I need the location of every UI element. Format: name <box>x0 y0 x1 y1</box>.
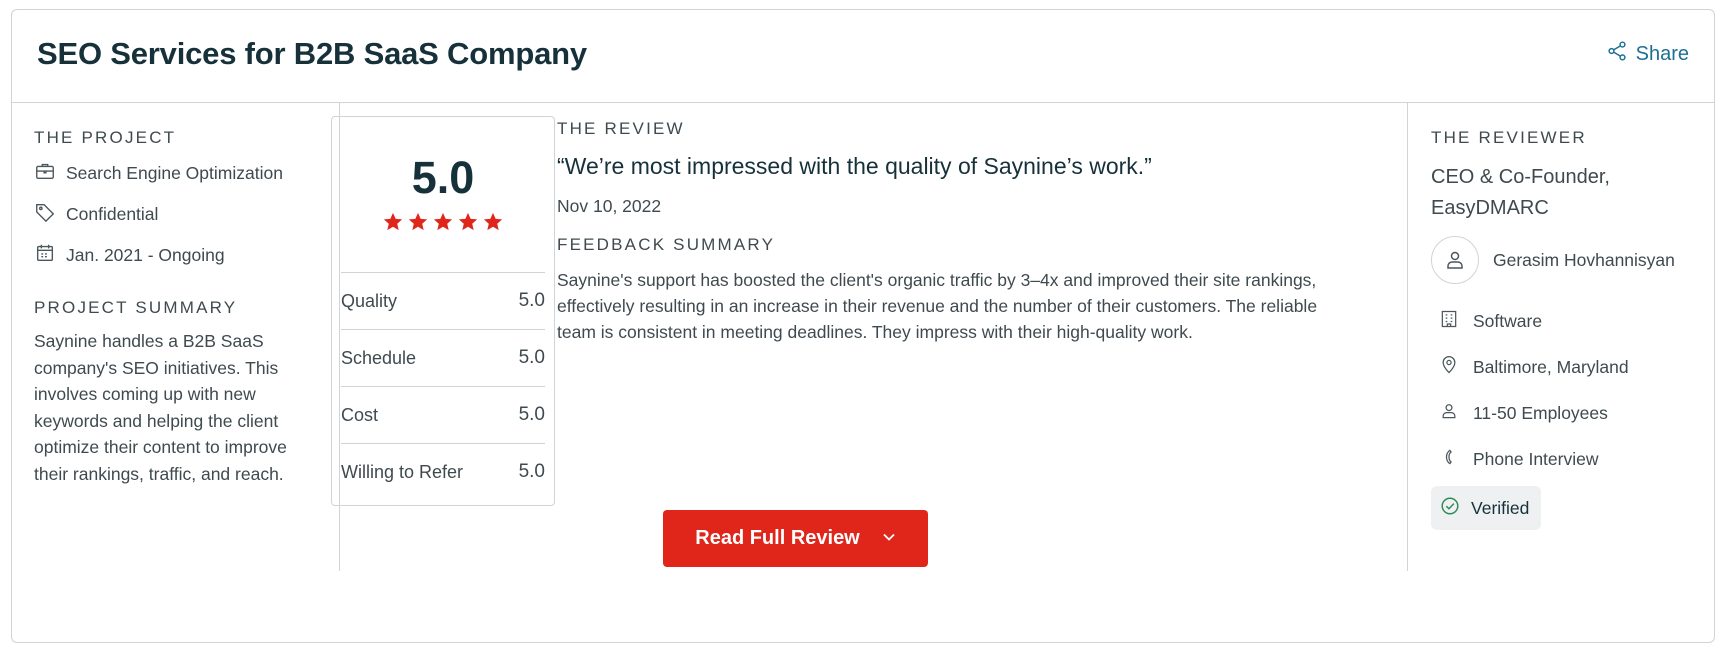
location-pin-icon <box>1439 355 1459 380</box>
read-full-review-button[interactable]: Read Full Review <box>663 510 928 567</box>
read-full-review-label: Read Full Review <box>695 527 860 549</box>
star-icon <box>483 212 503 231</box>
feedback-summary: Saynine's support has boosted the client… <box>557 270 1318 342</box>
star-icon <box>433 212 453 231</box>
feedback-summary-label: FEEDBACK SUMMARY <box>557 235 776 254</box>
calendar-icon <box>34 242 56 269</box>
star-rating <box>332 211 554 233</box>
phone-icon <box>1439 447 1459 472</box>
score-row-quality: Quality 5.0 <box>341 272 545 329</box>
score-list: Quality 5.0 Schedule 5.0 Cost 5.0 Willin… <box>341 272 545 500</box>
project-budget: Confidential <box>34 194 339 235</box>
reviewer-interview-type: Phone Interview <box>1431 436 1717 482</box>
briefcase-icon <box>34 160 56 187</box>
overall-rating: 5.0 <box>411 152 475 203</box>
reviewer-role: CEO & Co-Founder, EasyDMARC <box>1431 166 1610 219</box>
verified-check-icon <box>1439 495 1461 522</box>
building-icon <box>1439 309 1459 334</box>
review-header: SEO Services for B2B SaaS Company Share <box>12 10 1714 103</box>
project-summary: Saynine handles a B2B SaaS company's SEO… <box>34 331 287 484</box>
share-button[interactable]: Share <box>1606 40 1689 68</box>
reviewer-company-size: 11-50 Employees <box>1431 390 1717 436</box>
reviewer-identity: Gerasim Hovhannisyan <box>1431 236 1717 284</box>
review-title: SEO Services for B2B SaaS Company <box>37 36 587 71</box>
review-card: SEO Services for B2B SaaS Company Share … <box>11 9 1715 643</box>
reviewer-section-label: THE REVIEWER <box>1431 128 1587 147</box>
rating-box: 5.0 Quality 5.0 Schedule 5.0 Cost 5.0 Wi… <box>331 116 555 506</box>
share-label: Share <box>1635 42 1689 65</box>
reviewer-column: THE REVIEWER CEO & Co-Founder, EasyDMARC… <box>1407 103 1717 571</box>
review-section-label: THE REVIEW <box>557 119 685 138</box>
share-icon <box>1606 40 1628 68</box>
project-timeline: Jan. 2021 - Ongoing <box>34 235 339 276</box>
star-icon <box>458 212 478 231</box>
review-date: Nov 10, 2022 <box>557 196 662 216</box>
reviewer-industry: Software <box>1431 298 1717 344</box>
star-icon <box>383 212 403 231</box>
employees-icon <box>1439 401 1459 426</box>
project-section-label: THE PROJECT <box>34 128 177 147</box>
tag-icon <box>34 201 56 228</box>
score-row-cost: Cost 5.0 <box>341 386 545 443</box>
reviewer-location: Baltimore, Maryland <box>1431 344 1717 390</box>
review-content: THE REVIEW “We’re most impressed with th… <box>557 119 1337 345</box>
chevron-down-icon <box>882 527 896 550</box>
user-icon <box>1447 251 1463 269</box>
avatar <box>1431 236 1479 284</box>
score-row-willing-to-refer: Willing to Refer 5.0 <box>341 443 545 500</box>
project-column: THE PROJECT Search Engine Optimization C… <box>12 103 340 571</box>
project-summary-label: PROJECT SUMMARY <box>34 298 238 317</box>
score-row-schedule: Schedule 5.0 <box>341 329 545 386</box>
verified-badge: Verified <box>1431 486 1542 530</box>
star-icon <box>408 212 428 231</box>
review-quote: “We’re most impressed with the quality o… <box>557 153 1152 179</box>
reviewer-name: Gerasim Hovhannisyan <box>1493 249 1675 270</box>
project-service: Search Engine Optimization <box>34 153 339 194</box>
